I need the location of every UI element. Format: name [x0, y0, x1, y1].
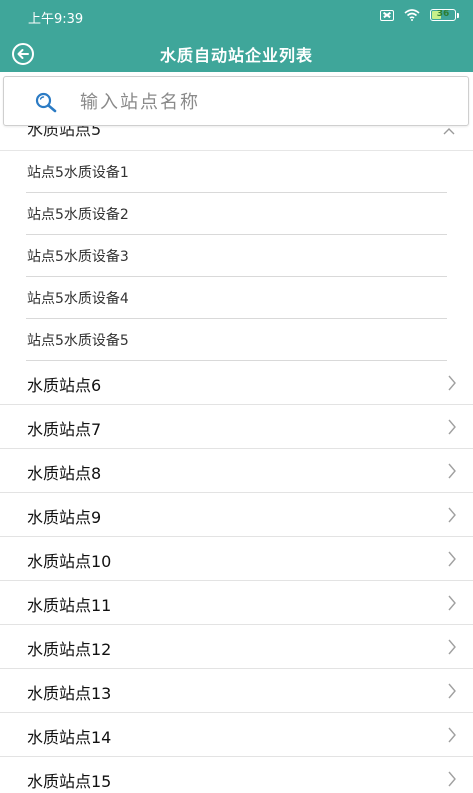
- station-item[interactable]: 水质站点6: [0, 361, 473, 405]
- device-item[interactable]: 站点5水质设备5: [26, 319, 447, 361]
- station-label: 水质站点15: [27, 772, 112, 791]
- station-item[interactable]: 水质站点8: [0, 449, 473, 493]
- chevron-right-icon: [448, 639, 456, 655]
- station-group-label: 水质站点5: [27, 124, 102, 139]
- chevron-right-icon: [448, 595, 456, 611]
- station-item[interactable]: 水质站点7: [0, 405, 473, 449]
- device-item[interactable]: 站点5水质设备3: [26, 235, 447, 277]
- chevron-right-icon: [448, 463, 456, 479]
- status-icons: 36: [380, 9, 459, 21]
- search-bar: [3, 76, 469, 126]
- status-time: 上午9:39: [28, 12, 84, 27]
- no-sim-icon: [380, 9, 394, 21]
- station-label: 水质站点12: [27, 640, 112, 659]
- chevron-right-icon: [448, 419, 456, 435]
- battery-level: 36: [436, 9, 450, 19]
- app-header: 水质自动站企业列表: [0, 34, 473, 72]
- chevron-right-icon: [448, 771, 456, 787]
- station-list: 水质站点5 站点5水质设备1 站点5水质设备2 站点5水质设备3 站点5水质设备…: [0, 124, 473, 793]
- station-label: 水质站点14: [27, 728, 112, 747]
- device-label: 站点5水质设备3: [27, 249, 129, 265]
- station-item[interactable]: 水质站点13: [0, 669, 473, 713]
- station-item[interactable]: 水质站点9: [0, 493, 473, 537]
- station-label: 水质站点9: [27, 508, 102, 527]
- device-item[interactable]: 站点5水质设备4: [26, 277, 447, 319]
- station-label: 水质站点6: [27, 376, 102, 395]
- station-label: 水质站点13: [27, 684, 112, 703]
- station-item[interactable]: 水质站点11: [0, 581, 473, 625]
- chevron-right-icon: [448, 375, 456, 391]
- chevron-right-icon: [448, 683, 456, 699]
- battery-icon: 36: [430, 9, 459, 21]
- device-label: 站点5水质设备5: [27, 333, 129, 349]
- chevron-right-icon: [448, 727, 456, 743]
- device-label: 站点5水质设备4: [27, 291, 129, 307]
- station-item[interactable]: 水质站点12: [0, 625, 473, 669]
- station-item[interactable]: 水质站点14: [0, 713, 473, 757]
- station-item[interactable]: 水质站点15: [0, 757, 473, 793]
- chevron-right-icon: [448, 551, 456, 567]
- status-bar: 上午9:39 36: [0, 0, 473, 34]
- device-label: 站点5水质设备2: [27, 207, 129, 223]
- device-item[interactable]: 站点5水质设备1: [26, 151, 447, 193]
- station-label: 水质站点10: [27, 552, 112, 571]
- station-group-header[interactable]: 水质站点5: [0, 124, 473, 151]
- chevron-right-icon: [448, 507, 456, 523]
- chevron-up-icon: [443, 128, 455, 135]
- station-label: 水质站点7: [27, 420, 102, 439]
- search-icon: [35, 92, 57, 113]
- device-label: 站点5水质设备1: [27, 165, 129, 181]
- station-label: 水质站点11: [27, 596, 112, 615]
- page-title: 水质自动站企业列表: [159, 46, 313, 65]
- station-label: 水质站点8: [27, 464, 102, 483]
- wifi-icon: [404, 9, 420, 21]
- station-item[interactable]: 水质站点10: [0, 537, 473, 581]
- search-input[interactable]: [78, 87, 452, 117]
- device-item[interactable]: 站点5水质设备2: [26, 193, 447, 235]
